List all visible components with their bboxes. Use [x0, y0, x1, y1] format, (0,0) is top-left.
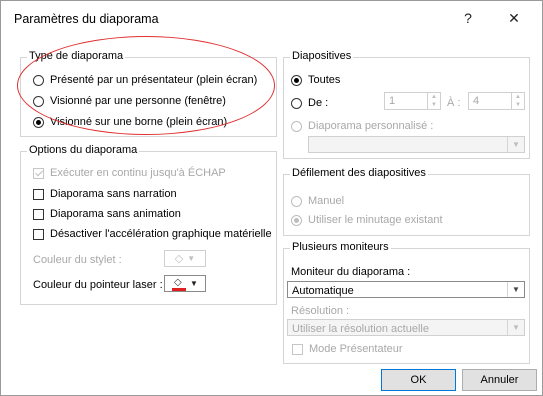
dialog-window: Paramètres du diaporama ? ✕ Type de diap…	[0, 0, 543, 396]
checkbox-loop-label: Exécuter en continu jusqu'à ÉCHAP	[50, 167, 226, 179]
close-button[interactable]: ✕	[501, 7, 527, 29]
radio-presenter-circle[interactable]	[33, 74, 44, 86]
radio-manual-label: Manuel	[308, 195, 345, 207]
radio-presenter-label: Présenté par un présentateur (plein écra…	[50, 74, 258, 86]
laser-color-picker[interactable]: ◇ ▼	[164, 275, 206, 292]
laser-color-swatch	[172, 287, 187, 291]
checkbox-presenter-mode[interactable]: Mode Présentateur	[292, 343, 403, 355]
radio-custom-label: Diaporama personnalisé :	[308, 120, 434, 132]
radio-custom-circle[interactable]	[291, 120, 302, 132]
radio-kiosk[interactable]: Visionné sur une borne (plein écran)	[33, 116, 227, 128]
help-button[interactable]: ?	[455, 7, 481, 29]
monitor-select-value: Automatique	[292, 285, 354, 297]
group-label-type: Type de diaporama	[27, 50, 126, 62]
title-bar: Paramètres du diaporama ? ✕	[1, 1, 542, 35]
checkbox-no-animation-label: Diaporama sans animation	[50, 208, 181, 220]
resolution-select[interactable]: Utiliser la résolution actuelle ▼	[287, 319, 525, 336]
radio-presenter[interactable]: Présenté par un présentateur (plein écra…	[33, 74, 257, 86]
radio-manual[interactable]: Manuel	[291, 195, 344, 207]
chevron-down-icon: ▼	[187, 254, 196, 263]
checkbox-no-narration-box[interactable]	[33, 188, 44, 200]
checkbox-disable-hw[interactable]: Désactiver l'accélération graphique maté…	[33, 228, 272, 240]
checkbox-no-animation-box[interactable]	[33, 208, 44, 220]
checkbox-no-animation[interactable]: Diaporama sans animation	[33, 208, 181, 220]
group-label-moniteurs: Plusieurs moniteurs	[290, 241, 391, 253]
dialog-title: Paramètres du diaporama	[14, 12, 159, 26]
group-label-options: Options du diaporama	[27, 144, 140, 156]
radio-all-circle[interactable]	[291, 74, 302, 86]
pen-color-label: Couleur du stylet :	[33, 254, 122, 266]
radio-timing-circle[interactable]	[291, 214, 302, 226]
to-value: 4	[473, 95, 480, 107]
laser-color-label: Couleur du pointeur laser :	[33, 279, 163, 291]
radio-kiosk-label: Visionné sur une borne (plein écran)	[50, 116, 228, 128]
to-label: À :	[447, 97, 461, 109]
checkbox-disable-hw-label: Désactiver l'accélération graphique maté…	[50, 228, 272, 240]
from-value: 1	[389, 95, 396, 107]
paint-bucket-icon: ◇	[174, 253, 184, 265]
ok-button[interactable]: OK	[381, 369, 456, 391]
radio-all-label: Toutes	[308, 74, 341, 86]
radio-manual-circle[interactable]	[291, 195, 302, 207]
radio-timing[interactable]: Utiliser le minutage existant	[291, 214, 443, 226]
chevron-down-icon: ▼	[190, 279, 198, 288]
radio-timing-label: Utiliser le minutage existant	[308, 214, 443, 226]
custom-show-select[interactable]: ▼	[308, 136, 525, 153]
radio-window-circle[interactable]	[33, 95, 44, 107]
radio-from[interactable]: De :	[291, 97, 328, 109]
radio-kiosk-circle[interactable]	[33, 116, 44, 128]
checkbox-loop[interactable]: Exécuter en continu jusqu'à ÉCHAP	[33, 167, 226, 179]
resolution-label: Résolution :	[291, 305, 350, 317]
radio-all[interactable]: Toutes	[291, 74, 340, 86]
group-label-diapositives: Diapositives	[290, 50, 354, 62]
pen-color-picker[interactable]: ◇ ▼	[164, 250, 206, 267]
radio-window[interactable]: Visionné par une personne (fenêtre)	[33, 95, 226, 107]
spinner-arrows-icon[interactable]: ▲ ▼	[511, 93, 524, 109]
paint-bucket-icon: ◇	[172, 277, 187, 291]
chevron-down-icon: ▼	[507, 282, 524, 297]
monitor-label: Moniteur du diaporama :	[291, 266, 411, 278]
spinner-arrows-icon[interactable]: ▲ ▼	[427, 93, 440, 109]
radio-from-label: De :	[308, 97, 329, 109]
checkbox-no-narration-label: Diaporama sans narration	[50, 188, 177, 200]
chevron-down-icon: ▼	[507, 137, 524, 152]
from-spinner[interactable]: 1 ▲ ▼	[384, 92, 441, 110]
radio-window-label: Visionné par une personne (fenêtre)	[50, 95, 226, 107]
group-label-defilement: Défilement des diapositives	[290, 167, 428, 179]
chevron-down-icon: ▼	[507, 320, 524, 335]
monitor-select[interactable]: Automatique ▼	[287, 281, 525, 298]
cancel-button[interactable]: Annuler	[462, 369, 537, 391]
radio-from-circle[interactable]	[291, 97, 302, 109]
checkbox-disable-hw-box[interactable]	[33, 228, 44, 240]
radio-custom[interactable]: Diaporama personnalisé :	[291, 120, 433, 132]
checkbox-presenter-mode-label: Mode Présentateur	[309, 343, 403, 355]
to-spinner[interactable]: 4 ▲ ▼	[468, 92, 525, 110]
checkbox-presenter-mode-box[interactable]	[292, 343, 303, 355]
checkbox-loop-box[interactable]	[33, 167, 44, 179]
checkbox-no-narration[interactable]: Diaporama sans narration	[33, 188, 177, 200]
resolution-select-value: Utiliser la résolution actuelle	[292, 323, 429, 335]
